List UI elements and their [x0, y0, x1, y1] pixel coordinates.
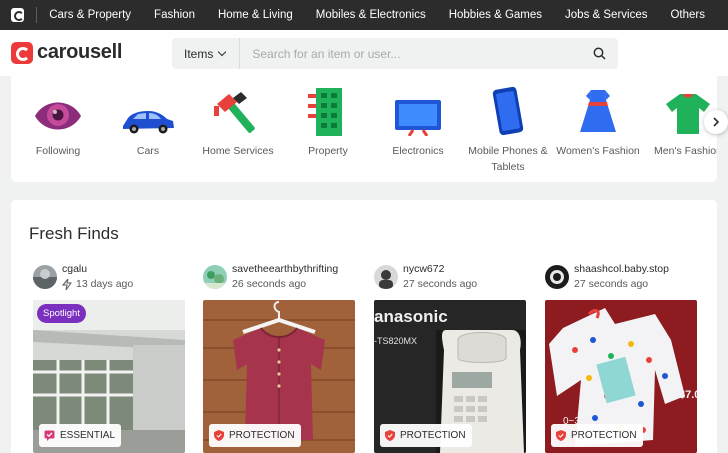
badge-label: PROTECTION	[400, 430, 466, 441]
top-category-bar: Cars & Property Fashion Home & Living Mo…	[0, 0, 728, 30]
carousel-next-button[interactable]	[704, 110, 728, 134]
protection-badge: PROTECTION	[380, 424, 472, 447]
category-label: Following	[35, 145, 81, 157]
listing-time: 27 seconds ago	[403, 278, 478, 290]
logo-text: carousell	[37, 41, 123, 63]
hammer-icon	[193, 76, 283, 136]
protection-badge: PROTECTION	[209, 424, 301, 447]
seller-info[interactable]: cgalu 13 days ago	[33, 262, 185, 300]
category-label: Mobile Phones & Tablets	[468, 145, 548, 173]
seller-name[interactable]: savetheearthbythrifting	[232, 262, 338, 276]
topnav-others[interactable]: Others	[670, 9, 705, 21]
listing-time: 27 seconds ago	[574, 278, 649, 290]
seller-name[interactable]: cgalu	[62, 262, 133, 276]
topnav-fashion[interactable]: Fashion	[154, 9, 195, 21]
category-home-services[interactable]: Home Services	[193, 76, 283, 159]
category-womens-fashion[interactable]: Women's Fashion	[553, 76, 643, 159]
category-label: Women's Fashion	[556, 145, 640, 157]
bump-icon	[62, 278, 72, 290]
topnav-jobs-services[interactable]: Jobs & Services	[565, 9, 647, 21]
protection-badge: PROTECTION	[551, 424, 643, 447]
seller-info[interactable]: savetheearthbythrifting 26 seconds ago	[203, 262, 355, 300]
phone-icon	[463, 76, 553, 136]
category-carousel: Following Cars Home Services Property El…	[11, 76, 717, 182]
category-label: Home Services	[202, 145, 274, 157]
category-electronics[interactable]: Electronics	[373, 76, 463, 159]
essential-icon	[44, 430, 55, 441]
listing-time: 26 seconds ago	[232, 278, 307, 290]
listing-photo[interactable]: PROTECTION	[203, 300, 355, 453]
avatar[interactable]	[545, 265, 569, 289]
carousell-app-icon[interactable]	[11, 8, 25, 22]
listing-card[interactable]: savetheearthbythrifting 26 seconds ago P…	[203, 262, 355, 453]
category-cars[interactable]: Cars	[103, 76, 193, 159]
seller-info[interactable]: nycw672 27 seconds ago	[374, 262, 526, 300]
search-scope-label: Items	[184, 46, 214, 61]
phone-model-text: -TS820MX	[374, 336, 417, 346]
spotlight-badge: Spotlight	[37, 304, 86, 323]
listing-card[interactable]: cgalu 13 days ago Spotlight ESSENTIAL	[33, 262, 185, 453]
topnav-hobbies-games[interactable]: Hobbies & Games	[449, 9, 542, 21]
seller-info[interactable]: shaashcol.baby.stop 27 seconds ago	[545, 262, 697, 300]
category-property[interactable]: Property	[283, 76, 373, 159]
search-icon[interactable]	[588, 47, 610, 60]
chevron-right-icon	[713, 117, 720, 127]
tv-icon	[373, 76, 463, 136]
site-header: carousell Items	[0, 30, 728, 76]
search-input[interactable]	[252, 46, 588, 61]
badge-label: ESSENTIAL	[60, 430, 116, 441]
section-title: Fresh Finds	[29, 224, 119, 243]
chevron-down-icon	[218, 47, 227, 57]
listing-card[interactable]: shaashcol.baby.stop 27 seconds ago $7. 0 …	[545, 262, 697, 453]
category-label: Cars	[136, 145, 160, 157]
avatar[interactable]	[374, 265, 398, 289]
phone-brand-text: anasonic	[374, 307, 448, 326]
listing-time: 13 days ago	[76, 278, 134, 290]
category-label: Men's Fashion	[654, 145, 717, 157]
carousell-logo[interactable]: carousell	[11, 41, 122, 64]
topnav-mobiles-electronics[interactable]: Mobiles & Electronics	[316, 9, 426, 21]
listing-card[interactable]: nycw672 27 seconds ago anasonic -TS820MX…	[374, 262, 526, 453]
shield-icon	[556, 430, 566, 441]
listing-photo[interactable]: $7.0 0~3m PROTECTION	[545, 300, 697, 453]
logo-mark-icon	[11, 41, 33, 64]
essential-badge: ESSENTIAL	[39, 424, 122, 447]
dress-icon	[553, 76, 643, 136]
fresh-finds-section: Fresh Finds cgalu 13 days ago Spotlight …	[11, 200, 717, 453]
shield-icon	[385, 430, 395, 441]
badge-label: PROTECTION	[229, 430, 295, 441]
topnav-home-living[interactable]: Home & Living	[218, 9, 293, 21]
category-label: Property	[308, 145, 348, 157]
search-scope-dropdown[interactable]: Items	[172, 38, 241, 69]
badge-label: PROTECTION	[571, 430, 637, 441]
eye-icon	[13, 76, 103, 136]
search-bar: Items	[172, 38, 618, 69]
listing-photo[interactable]: Spotlight ESSENTIAL	[33, 300, 185, 453]
building-icon	[283, 76, 373, 136]
price-tag-text: $7.0	[679, 389, 697, 401]
topnav-cars-property[interactable]: Cars & Property	[49, 9, 131, 21]
shield-icon	[214, 430, 224, 441]
car-icon	[103, 76, 193, 136]
category-mobile-phones-tablets[interactable]: Mobile Phones & Tablets	[463, 76, 553, 175]
seller-name[interactable]: shaashcol.baby.stop	[574, 262, 669, 276]
avatar[interactable]	[203, 265, 227, 289]
avatar[interactable]	[33, 265, 57, 289]
category-label: Electronics	[392, 145, 444, 157]
divider	[36, 7, 38, 23]
seller-name[interactable]: nycw672	[403, 262, 477, 276]
category-following[interactable]: Following	[13, 76, 103, 159]
listing-photo[interactable]: anasonic -TS820MX PROTECTION	[374, 300, 526, 453]
